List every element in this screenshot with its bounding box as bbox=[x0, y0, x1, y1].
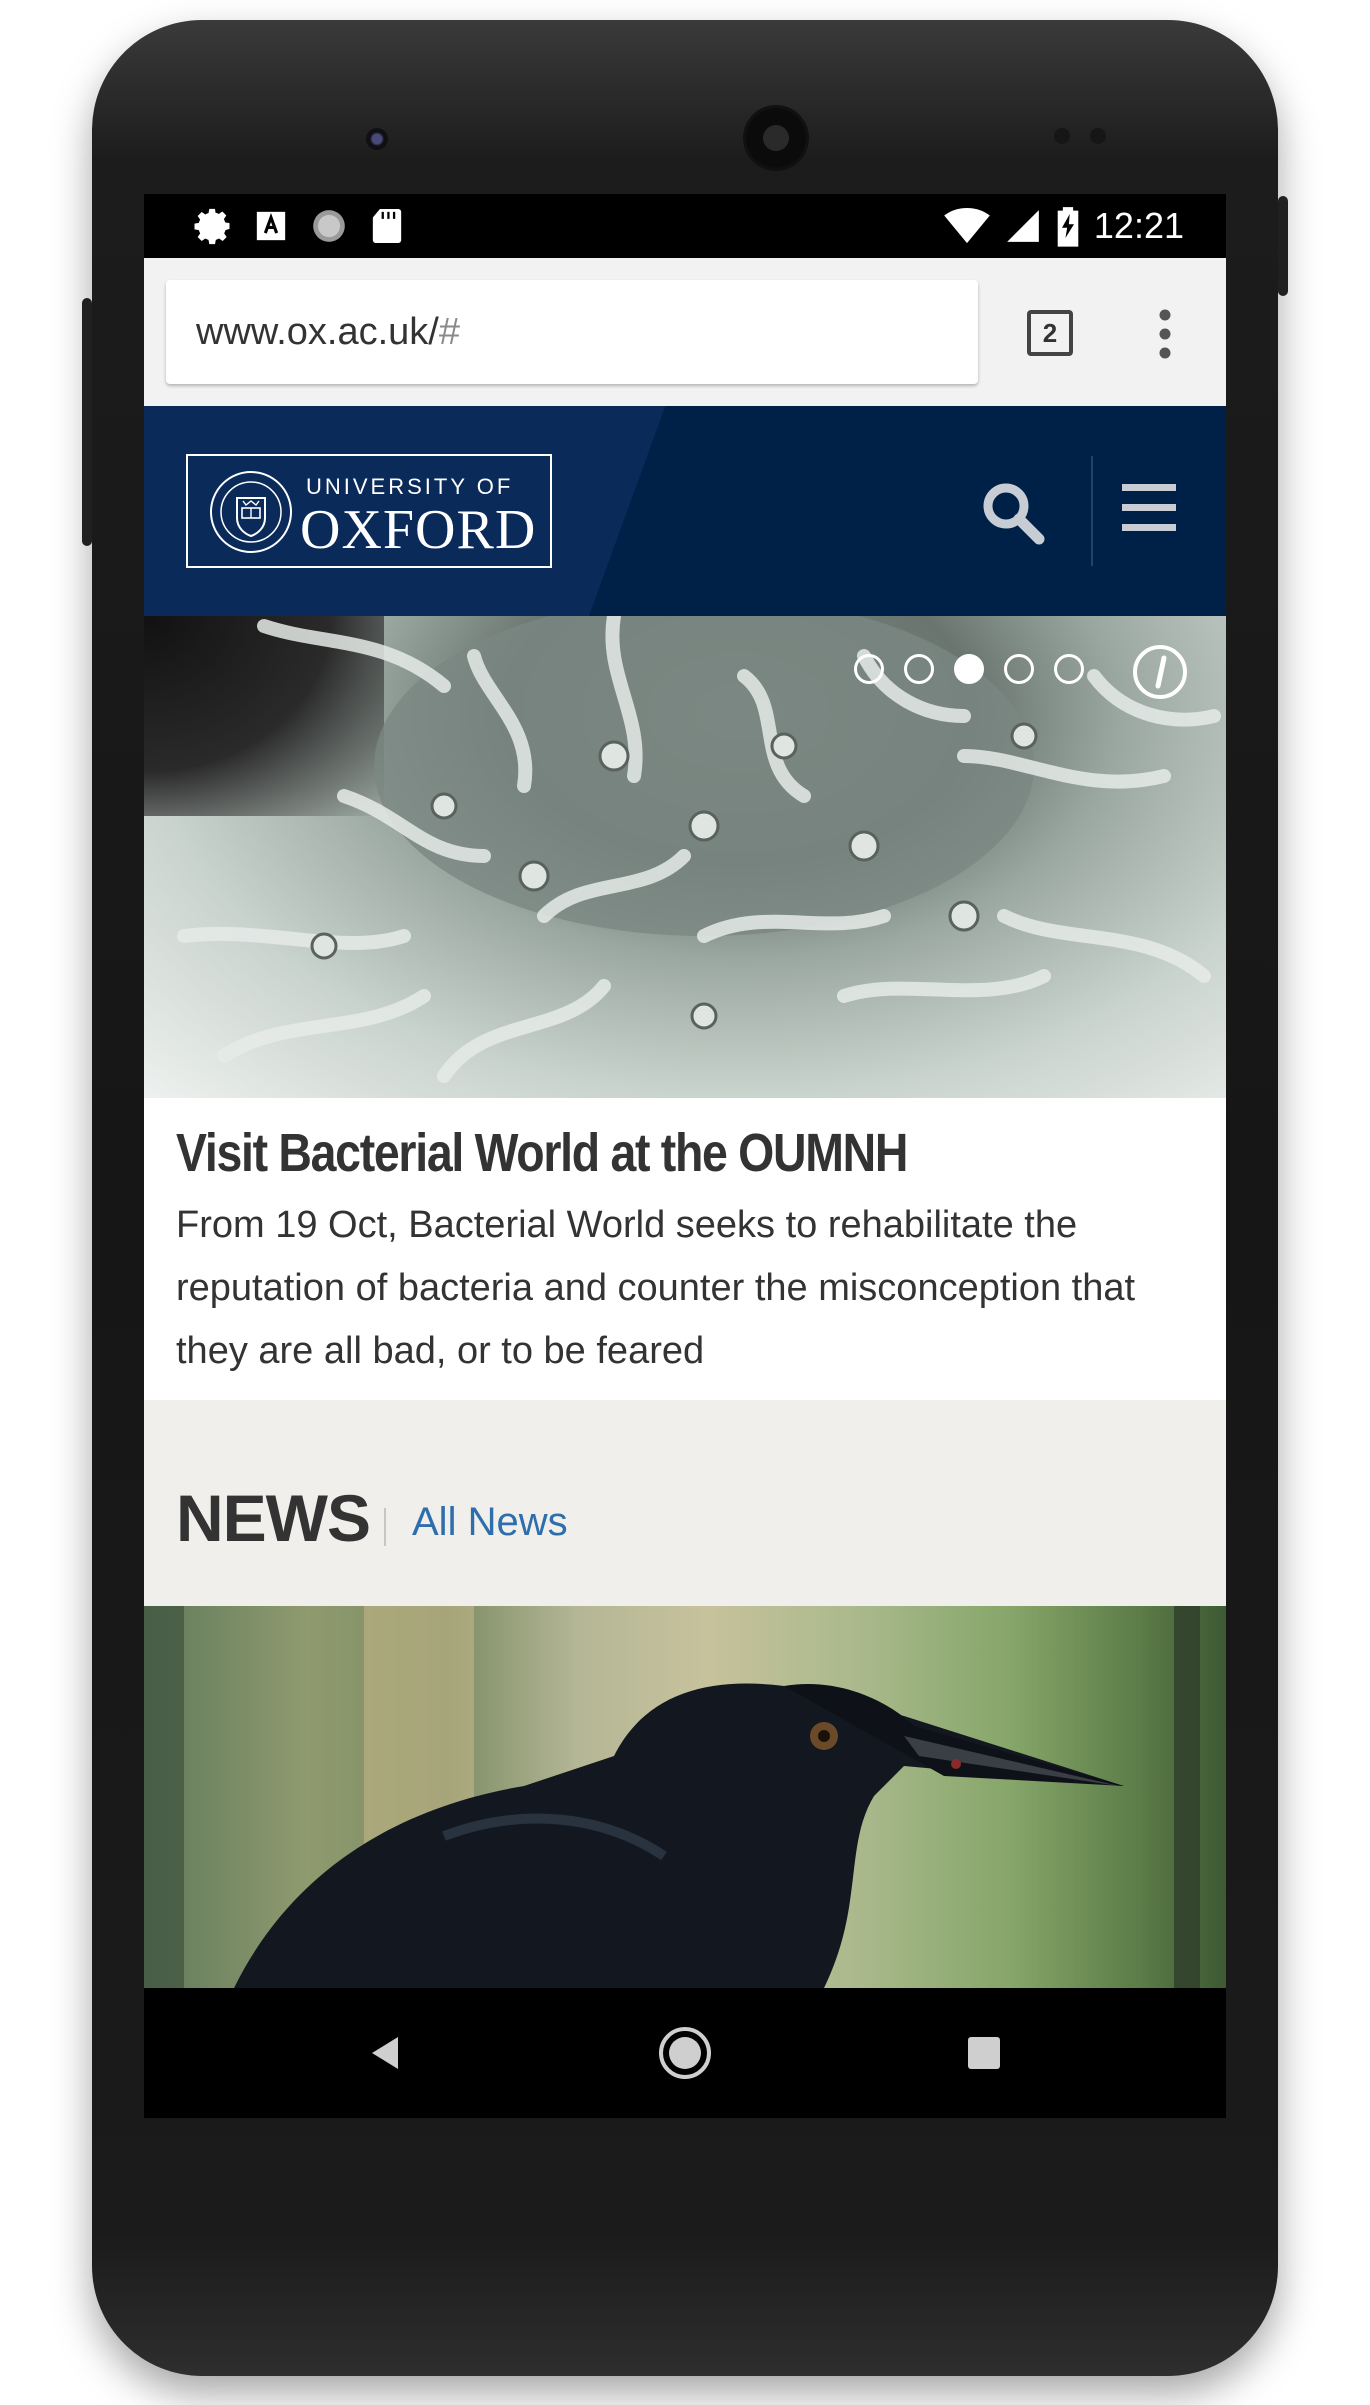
hamburger-menu-icon[interactable] bbox=[1122, 482, 1176, 534]
carousel-caption[interactable]: Visit Bacterial World at the OUMNH From … bbox=[144, 1098, 1226, 1400]
news-article-image[interactable] bbox=[144, 1606, 1226, 1988]
screen: 12:21 www.ox.ac.uk/# 2 UNIVERSITY OF OXF… bbox=[144, 194, 1226, 2118]
news-divider bbox=[384, 1508, 386, 1546]
sd-card-icon bbox=[372, 209, 402, 243]
oxford-logo[interactable]: UNIVERSITY OF OXFORD bbox=[186, 454, 552, 568]
news-section-header: NEWS All News bbox=[144, 1400, 1226, 1606]
all-news-link[interactable]: All News bbox=[412, 1500, 568, 1545]
settings-icon bbox=[194, 208, 230, 245]
carousel-dot-active[interactable] bbox=[954, 654, 984, 684]
carousel-dot[interactable] bbox=[904, 654, 934, 684]
power-button bbox=[1278, 196, 1288, 296]
hero-bacteria-image bbox=[177, 616, 1221, 1083]
carousel-dot[interactable] bbox=[854, 654, 884, 684]
news-heading: NEWS bbox=[176, 1481, 371, 1555]
carousel-dot[interactable] bbox=[1054, 654, 1084, 684]
home-icon[interactable] bbox=[657, 2025, 713, 2081]
browser-toolbar: www.ox.ac.uk/# 2 bbox=[144, 258, 1226, 406]
battery-charging-icon bbox=[1057, 207, 1079, 247]
search-icon[interactable] bbox=[980, 480, 1046, 546]
tab-count: 2 bbox=[1042, 317, 1058, 348]
carousel-title[interactable]: Visit Bacterial World at the OUMNH bbox=[176, 1122, 908, 1184]
oxford-crest-icon bbox=[210, 471, 292, 553]
carousel-pause-icon[interactable] bbox=[1132, 644, 1188, 700]
proximity-sensor bbox=[1054, 128, 1070, 144]
front-camera bbox=[366, 128, 388, 150]
sync-spinner-icon bbox=[313, 210, 345, 242]
navigation-bar bbox=[144, 1988, 1226, 2118]
logo-university-of: UNIVERSITY OF bbox=[306, 474, 514, 499]
overflow-menu-icon[interactable] bbox=[1158, 308, 1172, 360]
wifi-icon bbox=[944, 207, 990, 244]
header-divider bbox=[1091, 456, 1093, 566]
light-sensor bbox=[1090, 128, 1106, 144]
crow-image bbox=[144, 1606, 1200, 1988]
recents-icon[interactable] bbox=[966, 2035, 1002, 2071]
clock: 12:21 bbox=[1093, 205, 1184, 246]
url-host: www.ox.ac.uk/ bbox=[196, 310, 439, 353]
url-field[interactable]: www.ox.ac.uk/# bbox=[166, 280, 978, 384]
volume-button bbox=[82, 298, 92, 546]
earpiece-speaker bbox=[746, 108, 806, 168]
logo-oxford: OXFORD bbox=[300, 499, 537, 561]
back-icon[interactable] bbox=[366, 2033, 406, 2073]
carousel-description: From 19 Oct, Bacterial World seeks to re… bbox=[176, 1204, 1136, 1372]
url-fragment: # bbox=[438, 310, 461, 353]
status-bar: 12:21 bbox=[144, 194, 1226, 258]
signal-icon bbox=[1007, 210, 1039, 242]
text-a-icon bbox=[256, 211, 286, 241]
site-header: UNIVERSITY OF OXFORD bbox=[144, 406, 1226, 616]
carousel-dot[interactable] bbox=[1004, 654, 1034, 684]
tab-switcher-button[interactable]: 2 bbox=[1027, 310, 1073, 356]
carousel-indicators bbox=[854, 654, 1084, 684]
hero-carousel[interactable] bbox=[144, 616, 1226, 1098]
